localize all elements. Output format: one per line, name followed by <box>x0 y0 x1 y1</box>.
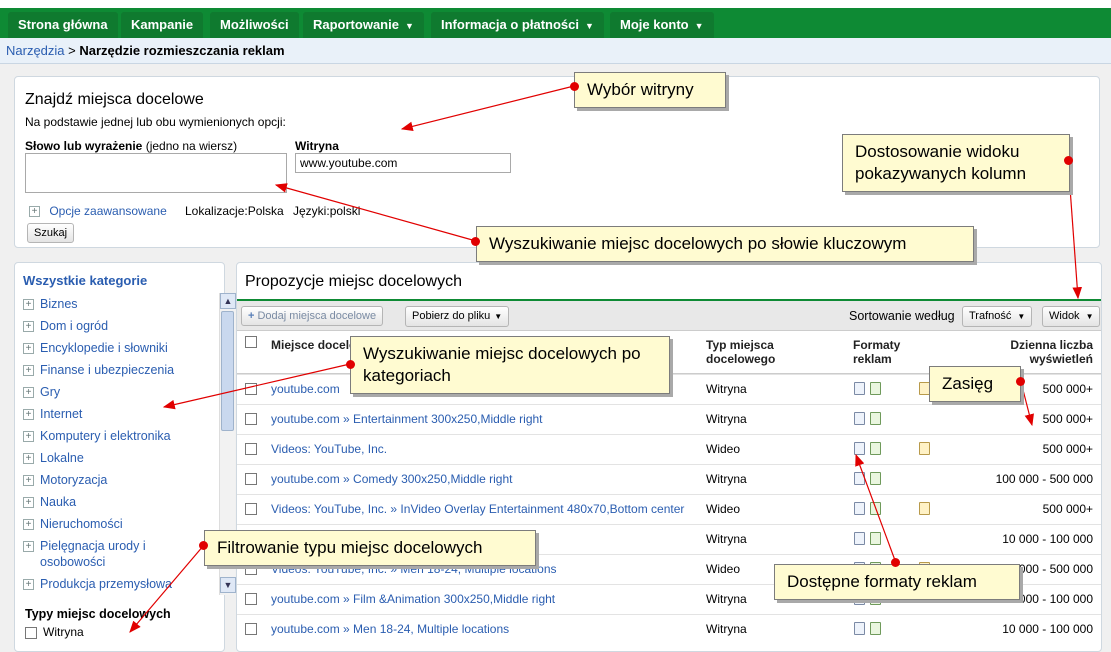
arrow-reach <box>1020 381 1034 427</box>
callout-dot <box>471 237 480 246</box>
callout-dot <box>570 82 579 91</box>
callout-site-selection: Wybór witryny <box>574 72 726 108</box>
callout-ad-formats: Dostępne formaty reklam <box>774 564 1020 600</box>
callout-dot <box>891 558 900 567</box>
arrow-filter <box>129 544 205 633</box>
callout-dot <box>1064 156 1073 165</box>
callout-dot <box>1016 377 1025 386</box>
arrow-keyword <box>274 183 477 242</box>
arrow-formats <box>855 453 897 564</box>
arrow-site <box>400 85 575 132</box>
callout-type-filter: Filtrowanie typu miejsc docelowych <box>204 530 536 566</box>
callout-category-search: Wyszukiwanie miejsc docelowych po katego… <box>350 336 670 394</box>
annotation-arrows <box>129 85 1083 633</box>
callout-reach: Zasięg <box>929 366 1021 402</box>
callout-view-columns: Dostosowanie widoku pokazywanych kolumn <box>842 134 1070 192</box>
callout-dot <box>346 360 355 369</box>
arrow-category <box>162 363 351 410</box>
callout-keyword-search: Wyszukiwanie miejsc docelowych po słowie… <box>476 226 974 262</box>
callout-dot <box>199 541 208 550</box>
